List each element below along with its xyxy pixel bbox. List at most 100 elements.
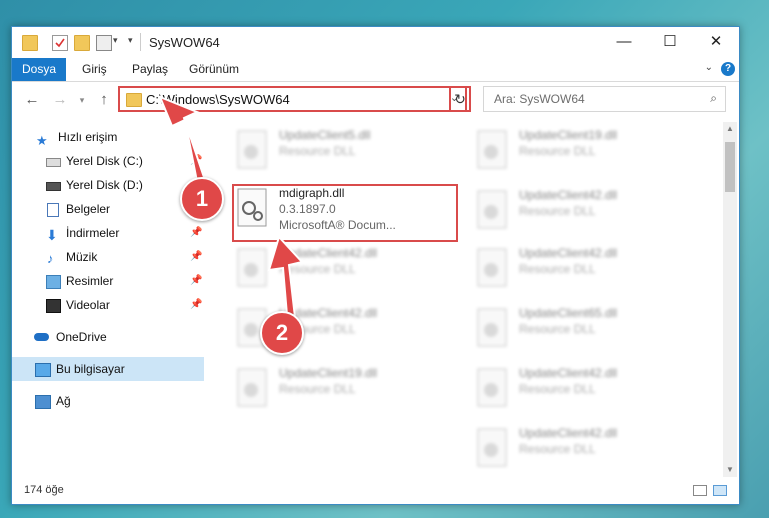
sidebar-item-documents[interactable]: Belgeler 📌 xyxy=(12,197,204,221)
address-path: C:\Windows\SysWOW64 xyxy=(146,92,290,107)
onedrive-icon xyxy=(34,333,49,341)
file-name: UpdateClient19.dll xyxy=(519,128,618,142)
sidebar-item-drive-d[interactable]: Yerel Disk (D:) xyxy=(12,173,204,197)
back-icon[interactable]: ← xyxy=(22,90,42,110)
search-icon: ⌕ xyxy=(710,91,717,105)
tab-home[interactable]: Giriş xyxy=(72,58,117,81)
dll-file-icon xyxy=(237,248,267,287)
file-type: Resource DLL xyxy=(519,322,596,336)
file-name: UpdateClient65.dll xyxy=(519,306,618,320)
explorer-window: ▾ ▾ SysWOW64 — ☐ ✕ Dosya Giriş Paylaş Gö… xyxy=(11,26,740,505)
search-box[interactable]: ⌕ xyxy=(483,86,726,112)
scroll-down-icon[interactable]: ▼ xyxy=(723,463,737,477)
file-type: Resource DLL xyxy=(279,262,356,276)
file-type: Resource DLL xyxy=(519,442,596,456)
sidebar-item-drive-c[interactable]: Yerel Disk (C:) 📌 xyxy=(12,149,204,173)
scroll-thumb[interactable] xyxy=(725,142,735,192)
file-item[interactable]: UpdateClient42.dll Resource DLL xyxy=(472,360,702,418)
file-name: UpdateClient5.dll xyxy=(279,128,371,142)
search-input[interactable] xyxy=(492,91,696,107)
file-item[interactable]: UpdateClient42.dll Resource DLL xyxy=(472,182,702,240)
minimize-button[interactable]: — xyxy=(601,27,647,58)
file-type: Resource DLL xyxy=(519,204,596,218)
pin-icon[interactable]: 📌 xyxy=(190,221,202,245)
pictures-icon xyxy=(46,275,61,289)
file-item[interactable]: UpdateClient5.dll Resource DLL xyxy=(232,122,462,180)
navigation-bar: ← → ▾ ↑ C:\Windows\SysWOW64 ⌄ ↻ ⌕ xyxy=(12,82,739,118)
tab-share[interactable]: Paylaş xyxy=(122,58,178,81)
file-name: UpdateClient42.dll xyxy=(519,426,618,440)
file-item[interactable]: UpdateClient42.dll Resource DLL xyxy=(472,240,702,298)
star-icon: ★ xyxy=(36,133,48,148)
folder-icon xyxy=(22,35,38,51)
pin-icon[interactable]: 📌 xyxy=(190,149,202,173)
title-bar: ▾ ▾ SysWOW64 — ☐ ✕ xyxy=(12,27,739,58)
dll-file-icon xyxy=(477,130,507,169)
ribbon-tabs: Dosya Giriş Paylaş Görünüm ⌄ ? xyxy=(12,58,739,82)
details-view-icon[interactable] xyxy=(693,485,707,496)
dll-file-icon xyxy=(477,308,507,347)
recent-locations-icon[interactable]: ▾ xyxy=(72,90,92,110)
maximize-button[interactable]: ☐ xyxy=(647,27,693,58)
new-folder-icon[interactable] xyxy=(74,35,90,51)
refresh-icon: ↻ xyxy=(454,91,466,107)
step-2-badge: 2 xyxy=(260,311,304,355)
sidebar-item-this-pc[interactable]: Bu bilgisayar xyxy=(12,357,204,381)
file-type: Resource DLL xyxy=(519,262,596,276)
file-type: Resource DLL xyxy=(279,144,356,158)
file-name: UpdateClient42.dll xyxy=(279,246,378,260)
item-count: 174 öğe xyxy=(24,484,64,496)
network-icon xyxy=(35,395,51,409)
sidebar-item-onedrive[interactable]: OneDrive xyxy=(12,325,204,349)
dll-file-icon xyxy=(477,248,507,287)
refresh-button[interactable]: ↻ xyxy=(449,86,471,112)
file-item[interactable]: UpdateClient19.dll Resource DLL xyxy=(232,360,462,418)
computer-icon xyxy=(35,363,51,377)
scroll-up-icon[interactable]: ▲ xyxy=(723,122,737,136)
customize-toolbar-icon[interactable] xyxy=(96,35,112,51)
dll-file-icon xyxy=(477,190,507,229)
file-item[interactable]: UpdateClient42.dll Resource DLL xyxy=(232,240,462,298)
folder-icon xyxy=(126,93,142,107)
sidebar-item-network[interactable]: Ağ xyxy=(12,389,204,413)
help-icon[interactable]: ? xyxy=(721,62,735,76)
dll-file-icon xyxy=(237,368,267,407)
sidebar-item-quick-access[interactable]: ★ Hızlı erişim xyxy=(12,125,204,149)
expand-ribbon-icon[interactable]: ⌄ xyxy=(705,62,713,73)
documents-icon xyxy=(47,203,59,217)
window-title: SysWOW64 xyxy=(149,35,220,50)
up-icon[interactable]: ↑ xyxy=(94,90,114,110)
chevron-down-icon[interactable]: ▾ xyxy=(113,35,118,46)
sidebar-item-pictures[interactable]: Resimler 📌 xyxy=(12,269,204,293)
videos-icon xyxy=(46,299,61,313)
file-type: Resource DLL xyxy=(519,144,596,158)
properties-icon[interactable] xyxy=(52,35,68,51)
tab-view[interactable]: Görünüm xyxy=(179,58,249,81)
pin-icon[interactable]: 📌 xyxy=(190,245,202,269)
navigation-pane: ★ Hızlı erişim Yerel Disk (C:) 📌 Yerel D… xyxy=(12,122,204,477)
quick-access-menu-icon[interactable]: ▾ xyxy=(128,35,133,46)
vertical-scrollbar[interactable]: ▲ ▼ xyxy=(723,122,737,477)
file-item[interactable]: UpdateClient19.dll Resource DLL xyxy=(472,122,702,180)
tab-file[interactable]: Dosya xyxy=(12,58,66,81)
highlight-box xyxy=(232,184,458,242)
pin-icon[interactable]: 📌 xyxy=(190,293,202,317)
sidebar-item-downloads[interactable]: ⬇ İndirmeler 📌 xyxy=(12,221,204,245)
file-type: Resource DLL xyxy=(279,382,356,396)
music-icon: ♪ xyxy=(47,251,54,266)
drive-icon xyxy=(46,158,61,167)
large-icons-view-icon[interactable] xyxy=(713,485,727,496)
forward-icon[interactable]: → xyxy=(50,90,70,110)
file-item[interactable]: UpdateClient42.dll Resource DLL xyxy=(472,420,702,477)
file-name: UpdateClient42.dll xyxy=(519,366,618,380)
downloads-icon: ⬇ xyxy=(46,227,58,243)
pin-icon[interactable]: 📌 xyxy=(190,269,202,293)
drive-icon xyxy=(46,182,61,191)
file-item[interactable]: UpdateClient65.dll Resource DLL xyxy=(472,300,702,358)
dll-file-icon xyxy=(477,368,507,407)
sidebar-item-videos[interactable]: Videolar 📌 xyxy=(12,293,204,317)
file-list: UpdateClient5.dll Resource DLL mdigraph.… xyxy=(209,122,722,477)
address-bar[interactable]: C:\Windows\SysWOW64 ⌄ xyxy=(118,86,467,112)
sidebar-item-music[interactable]: ♪ Müzik 📌 xyxy=(12,245,204,269)
close-button[interactable]: ✕ xyxy=(693,27,739,58)
